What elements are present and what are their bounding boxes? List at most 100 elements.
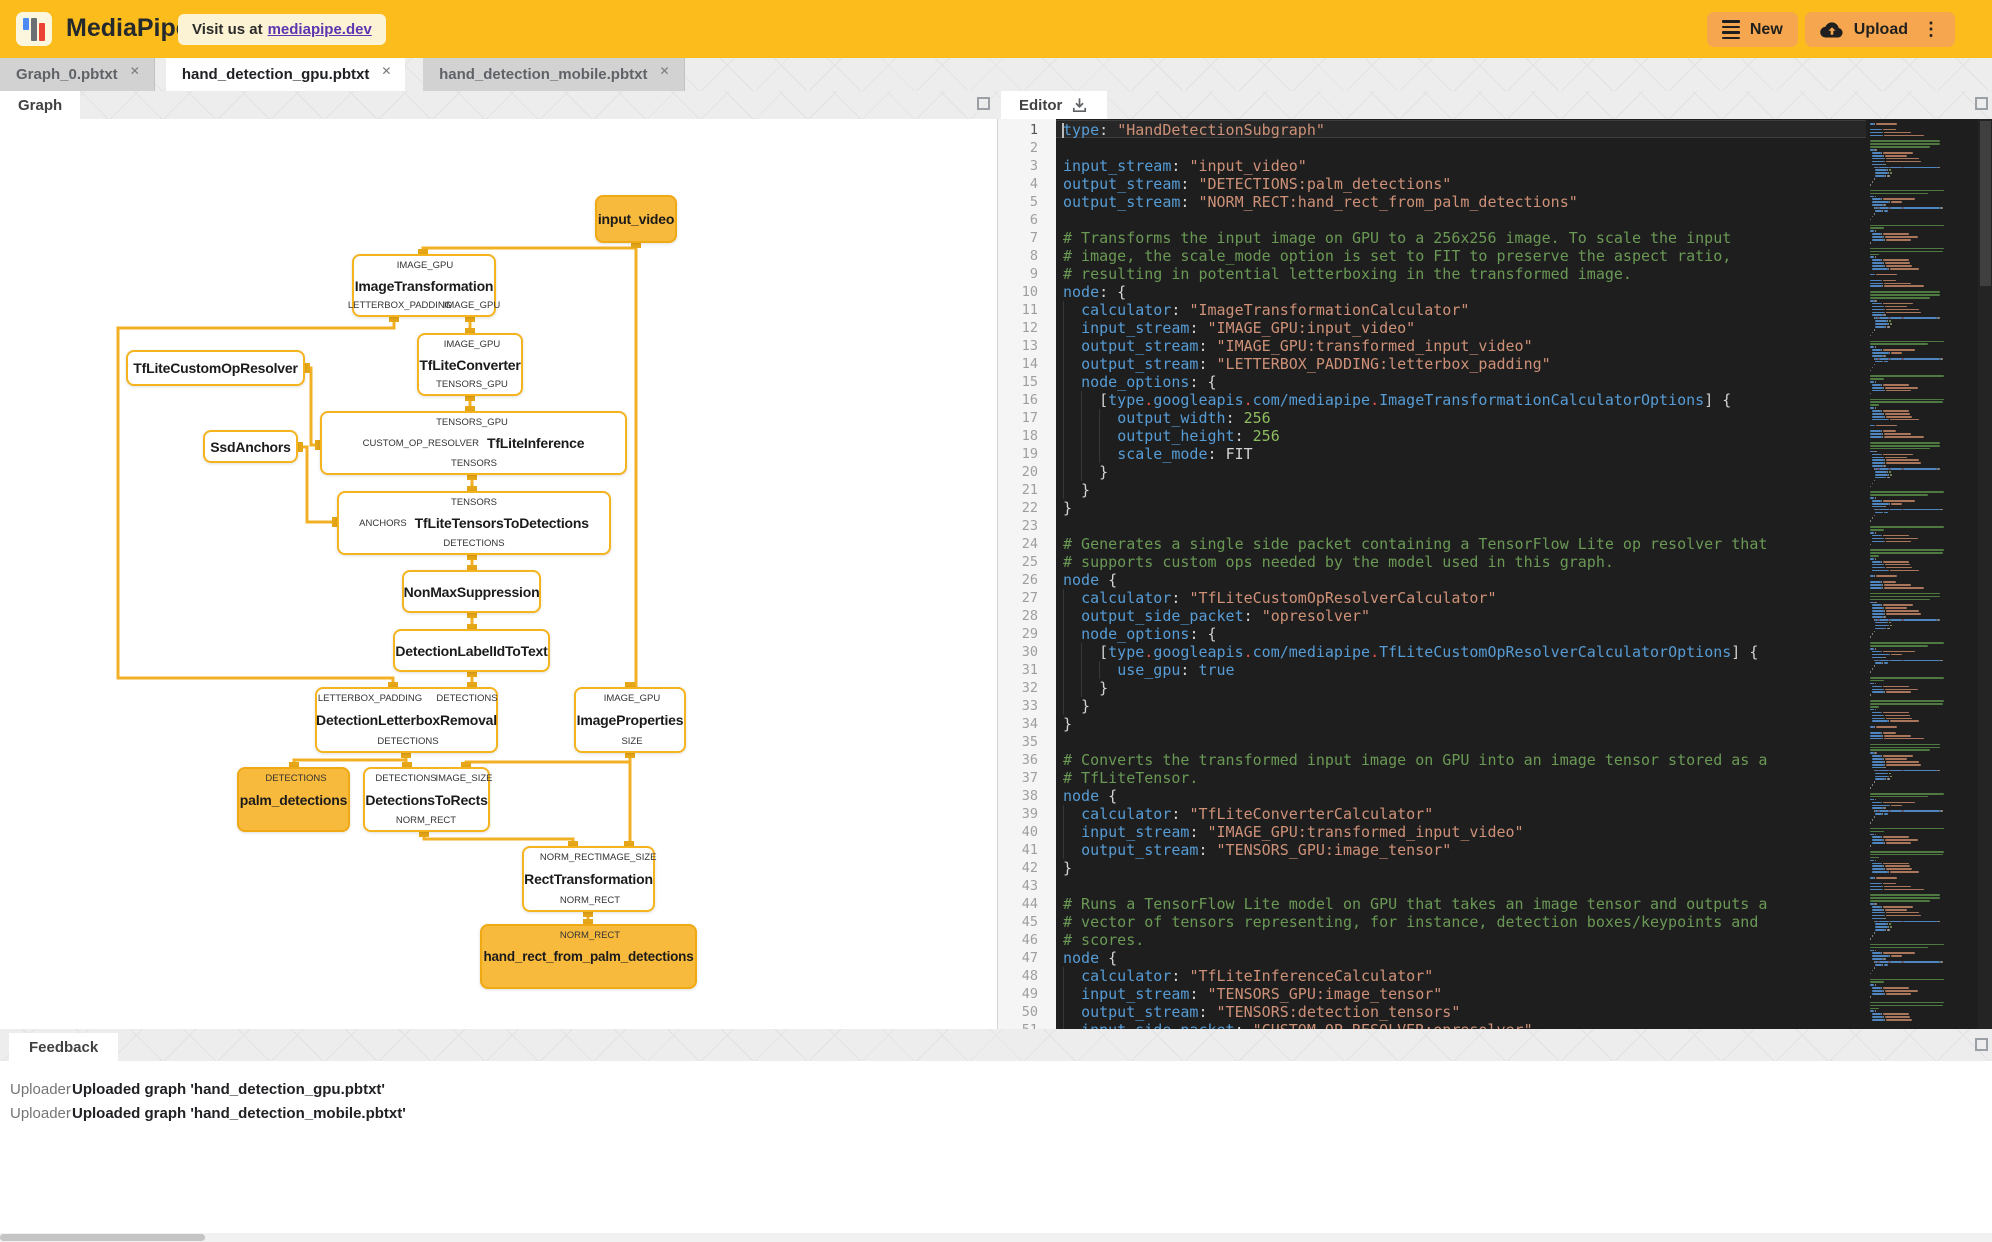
feedback-message: Uploaded graph 'hand_detection_gpu.pbtxt… xyxy=(72,1080,385,1098)
port-label: IMAGE_GPU xyxy=(443,300,501,311)
line-number: 43 xyxy=(1021,878,1038,894)
graph-node-image_properties[interactable]: ImageProperties IMAGE_GPU SIZE xyxy=(574,687,686,753)
graph-node-input_video[interactable]: input_video xyxy=(595,195,677,243)
graph-node-palm_detections[interactable]: palm_detections DETECTIONS xyxy=(237,767,350,832)
file-tab-hand_detection_mobile.pbtxt[interactable]: hand_detection_mobile.pbtxt ✕ xyxy=(423,58,685,91)
node-title: DetectionLetterboxRemoval xyxy=(316,712,497,728)
editor-scrollbar-thumb[interactable] xyxy=(1980,121,1991,286)
line-number: 30 xyxy=(1021,644,1038,660)
line-number: 17 xyxy=(1021,410,1038,426)
line-number: 14 xyxy=(1021,356,1038,372)
line-number: 11 xyxy=(1021,302,1038,318)
feedback-source: Uploader xyxy=(10,1104,71,1122)
graph-node-detection_letterbox_removal[interactable]: DetectionLetterboxRemoval LETTERBOX_PADDI… xyxy=(315,687,498,753)
code-line: input_stream: "TENSORS_GPU:image_tensor" xyxy=(1056,985,1975,1003)
feedback-message: Uploaded graph 'hand_detection_mobile.pb… xyxy=(72,1104,406,1122)
tab-close-icon[interactable]: ✕ xyxy=(381,64,391,78)
graph-node-rect_transformation[interactable]: RectTransformation NORM_RECT IMAGE_SIZE NOR… xyxy=(522,846,657,912)
line-number: 21 xyxy=(1021,482,1038,498)
line-number: 48 xyxy=(1021,968,1038,984)
tab-close-icon[interactable]: ✕ xyxy=(659,64,669,78)
line-number: 26 xyxy=(1021,572,1038,588)
graph-node-tflite_inference[interactable]: CUSTOM_OP_RESOLVER TfLiteInference TENSORS… xyxy=(320,411,627,475)
file-tab-label: hand_detection_mobile.pbtxt xyxy=(439,66,648,83)
line-number: 50 xyxy=(1021,1004,1038,1020)
upload-more-icon[interactable]: ⋮ xyxy=(1922,19,1940,40)
editor-scrollbar[interactable] xyxy=(1978,119,1992,1029)
graph-node-ssd_anchors[interactable]: SsdAnchors xyxy=(203,430,298,463)
node-title: input_video xyxy=(597,211,675,227)
graph-expand-icon[interactable] xyxy=(977,97,990,110)
tab-feedback[interactable]: Feedback xyxy=(9,1033,119,1061)
line-number: 40 xyxy=(1021,824,1038,840)
file-tab-Graph_0.pbtxt[interactable]: Graph_0.pbtxt ✕ xyxy=(0,58,155,91)
code-line: calculator: "TfLiteInferenceCalculator" xyxy=(1056,967,1975,985)
code-line: scale_mode: FIT xyxy=(1056,445,1975,463)
code-line: } xyxy=(1063,499,1073,517)
cloud-upload-icon xyxy=(1820,22,1843,38)
code-line: # TfLiteTensor. xyxy=(1063,769,1199,787)
code-line: use_gpu: true xyxy=(1056,661,1975,679)
graph-canvas[interactable]: input_video ImageTransformation IMAGE_GPU L… xyxy=(0,119,997,1029)
tab-close-icon[interactable]: ✕ xyxy=(130,64,140,78)
port-label: TENSORS_GPU xyxy=(436,379,508,390)
node-input-label: CUSTOM_OP_RESOLVER xyxy=(362,437,479,449)
feedback-row: Uploader Uploaded graph 'hand_detection_g… xyxy=(0,1077,1992,1101)
tab-editor[interactable]: Editor xyxy=(1001,91,1108,119)
line-number: 23 xyxy=(1021,518,1038,534)
code-line: node { xyxy=(1063,949,1118,967)
line-number: 20 xyxy=(1021,464,1038,480)
feedback-expand-icon[interactable] xyxy=(1975,1038,1988,1051)
port-label: TENSORS xyxy=(451,458,497,469)
code-line: output_stream: "DETECTIONS:palm_detectio… xyxy=(1063,175,1452,193)
file-tab-hand_detection_gpu.pbtxt[interactable]: hand_detection_gpu.pbtxt ✕ xyxy=(165,58,406,91)
download-icon[interactable] xyxy=(1070,96,1089,115)
port-label: DETECTIONS xyxy=(443,538,505,549)
mediapipe-dev-link[interactable]: mediapipe.dev xyxy=(268,21,372,38)
line-number: 44 xyxy=(1021,896,1038,912)
code-line: node { xyxy=(1063,571,1118,589)
editor-expand-icon[interactable] xyxy=(1975,97,1988,110)
editor-minimap[interactable] xyxy=(1866,119,1978,1029)
new-button[interactable]: New xyxy=(1706,12,1798,47)
port-label: IMAGE_GPU xyxy=(443,339,501,350)
code-editor[interactable]: 1 2 3 4 5 6 7 8 9 10 11 12 13 14 15 16 17 18 19 20 21 22 23 24 2… xyxy=(997,119,1992,1029)
horizontal-scrollbar-thumb[interactable] xyxy=(0,1234,205,1241)
line-number: 49 xyxy=(1021,986,1038,1002)
code-line: node_options: { xyxy=(1056,625,1975,643)
port-label: LETTERBOX_PADDING xyxy=(317,693,423,704)
line-number: 29 xyxy=(1021,626,1038,642)
tab-graph[interactable]: Graph xyxy=(0,91,81,119)
code-area[interactable]: type: "HandDetectionSubgraph" input_strea… xyxy=(1056,119,1975,1029)
code-line: calculator: "ImageTransformationCalculat… xyxy=(1056,301,1975,319)
app-header: MediaPipe Visit us at mediapipe.dev New … xyxy=(0,0,1992,58)
graph-node-image_transformation[interactable]: ImageTransformation IMAGE_GPU LETTERBOX_PA… xyxy=(348,254,500,317)
feedback-bar: Feedback xyxy=(0,1029,1992,1061)
upload-button[interactable]: Upload ⋮ xyxy=(1804,12,1955,47)
graph-tab-label: Graph xyxy=(18,96,63,114)
line-number: 33 xyxy=(1021,698,1038,714)
graph-node-detections_to_rects[interactable]: DetectionsToRects DETECTIONS IMAGE_SIZE NOR… xyxy=(363,767,493,832)
line-number: 16 xyxy=(1021,392,1038,408)
line-number: 51 xyxy=(1022,1021,1038,1029)
graph-node-hand_rect_from_palm_detections[interactable]: hand_rect_from_palm_detections NORM_RECT xyxy=(480,924,697,989)
graph-node-non_max_suppression[interactable]: NonMaxSuppression xyxy=(402,570,541,613)
graph-node-detection_label_id_to_text[interactable]: DetectionLabelIdToText xyxy=(393,629,550,672)
node-title: NonMaxSuppression xyxy=(403,583,540,600)
node-title: ImageProperties xyxy=(576,712,684,728)
line-number: 2 xyxy=(1029,140,1038,156)
code-line: [type.googleapis.com/mediapipe.TfLiteCus… xyxy=(1063,643,1759,661)
code-line: [type.googleapis.com/mediapipe.ImageTran… xyxy=(1063,391,1732,409)
node-title: DetectionsToRects xyxy=(365,791,488,808)
code-line: # supports custom ops needed by the mode… xyxy=(1063,553,1614,571)
port-label: TENSORS_GPU xyxy=(436,417,508,428)
graph-node-tflite_converter[interactable]: TfLiteConverter IMAGE_GPU TENSORS_GPU xyxy=(417,333,523,396)
horizontal-scrollbar[interactable] xyxy=(0,1233,1992,1242)
mediapipe-logo-icon xyxy=(16,12,52,46)
line-number: 15 xyxy=(1021,374,1038,390)
line-number: 27 xyxy=(1021,590,1038,606)
graph-node-tflite_tensors_to_detections[interactable]: ANCHORS TfLiteTensorsToDetections TENSORS D… xyxy=(337,491,611,555)
graph-node-tflite_custom_op_resolver[interactable]: TfLiteCustomOpResolver xyxy=(126,350,305,386)
port-label: IMAGE_SIZE xyxy=(599,852,657,863)
port-label: DETECTIONS xyxy=(375,773,437,784)
